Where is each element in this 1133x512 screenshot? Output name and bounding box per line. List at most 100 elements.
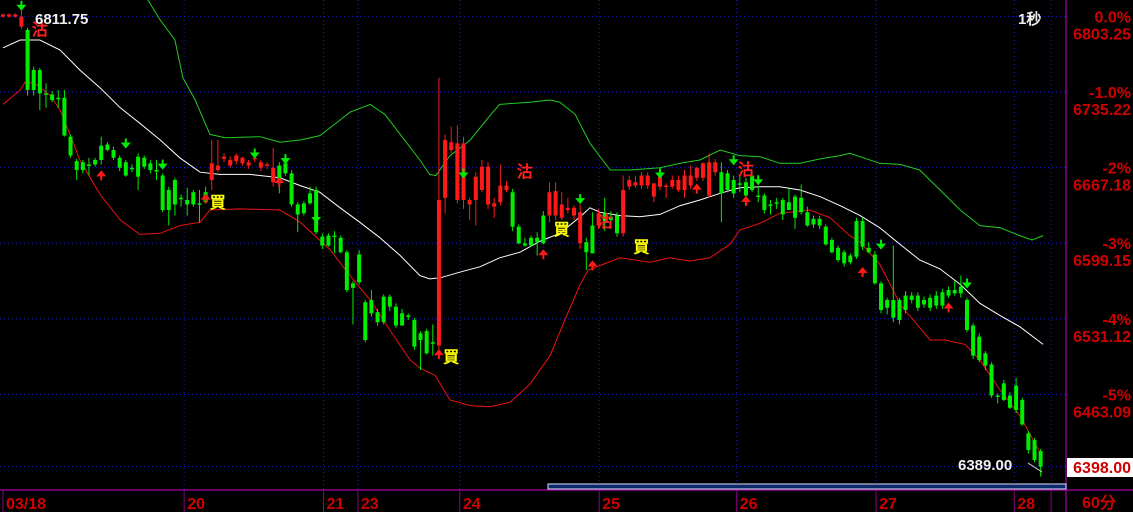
candle-body <box>879 283 884 310</box>
y-tick-price-label: 6735.22 <box>1073 102 1131 119</box>
sell-arrow-down-icon <box>575 194 586 205</box>
candle-body <box>430 342 435 344</box>
sell-arrow-down-icon <box>280 154 291 165</box>
candle-body <box>375 312 380 323</box>
candle <box>707 153 712 198</box>
candle-body <box>725 173 730 190</box>
candle-body <box>553 191 558 216</box>
candle <box>25 27 30 96</box>
candle-body <box>320 236 325 246</box>
x-tick-label: 03/18 <box>6 496 46 512</box>
candle <box>836 245 841 263</box>
candle-body <box>74 161 79 170</box>
candle-body <box>209 163 214 180</box>
candle <box>129 164 134 173</box>
candle-body <box>393 306 398 326</box>
candle <box>811 215 816 228</box>
y-tick-pct-label: -2% <box>1103 161 1131 178</box>
candle <box>590 212 595 254</box>
candle-body <box>854 221 859 257</box>
candle-body <box>43 93 48 95</box>
candle-body <box>179 197 184 200</box>
candle-body <box>357 254 362 283</box>
last-price-label: 6398.00 <box>1073 460 1131 477</box>
candle-body <box>117 157 122 168</box>
candle <box>786 188 791 210</box>
candle-body <box>350 283 355 288</box>
candle <box>37 67 42 110</box>
y-tick-price-label: 6463.09 <box>1073 404 1131 421</box>
candle <box>651 183 656 203</box>
candle <box>694 166 699 182</box>
candle-body <box>676 180 681 190</box>
candle <box>872 251 877 285</box>
candle-body <box>829 240 834 253</box>
candle-body <box>559 204 564 218</box>
candle <box>289 170 294 207</box>
candle <box>99 136 104 165</box>
candle <box>633 175 638 188</box>
candle-body <box>1038 451 1043 467</box>
candle <box>357 250 362 285</box>
interval-label[interactable]: 1秒 <box>1018 10 1041 28</box>
candlestick-chart[interactable]: 沽沽沽沽買買買買 0.0%6803.25-1.0%6735.22-2%6667.… <box>0 0 1133 512</box>
candle-body <box>762 195 767 210</box>
buy-arrow-up-icon <box>96 170 107 181</box>
x-tick-label: 21 <box>327 496 345 512</box>
candle-body <box>50 94 55 100</box>
candle <box>142 155 147 169</box>
candle-body <box>455 143 460 200</box>
candle <box>314 186 319 235</box>
horizontal-scrollbar[interactable] <box>547 483 1067 490</box>
candle-body <box>166 190 171 210</box>
sell-arrow-down-icon <box>876 239 887 250</box>
candle-body <box>897 300 902 320</box>
candle-body <box>1020 400 1025 425</box>
candle-body <box>148 163 153 170</box>
period-label[interactable]: 60分 <box>1082 494 1116 512</box>
buy-arrow-up-icon <box>740 195 751 206</box>
candle <box>964 297 969 333</box>
candle <box>191 190 196 207</box>
candle <box>553 182 558 220</box>
candle <box>43 83 48 108</box>
candle-body <box>412 320 417 347</box>
y-tick-pct-label: -4% <box>1103 312 1131 329</box>
candle <box>179 194 184 207</box>
candle <box>725 170 730 193</box>
candle <box>271 147 276 187</box>
candle-body <box>707 162 712 196</box>
y-tick-pct-label: -1.0% <box>1089 85 1131 102</box>
candle <box>363 300 368 343</box>
candle-body <box>93 160 98 165</box>
candle <box>860 217 865 250</box>
candle <box>670 175 675 189</box>
candle-body <box>688 175 693 186</box>
candle <box>387 294 392 312</box>
candle-body <box>1014 385 1019 410</box>
candles <box>1 6 1043 477</box>
candle <box>762 193 767 214</box>
candle-body <box>1007 395 1012 408</box>
candle <box>117 155 122 172</box>
candle-body <box>424 331 429 354</box>
candle-body <box>406 315 411 318</box>
signal-label: 買 <box>633 238 649 257</box>
candle <box>756 186 761 203</box>
candle-body <box>467 200 472 205</box>
x-tick-label: 28 <box>1017 496 1035 512</box>
candle-body <box>774 202 779 204</box>
candle <box>492 197 497 218</box>
candle <box>13 13 18 18</box>
buy-arrow-up-icon <box>538 249 549 260</box>
candle <box>885 297 890 315</box>
candle-body <box>185 200 190 205</box>
candle <box>823 224 828 246</box>
candle <box>731 175 736 198</box>
candle-body <box>651 183 656 197</box>
candle-body <box>344 252 349 290</box>
candle <box>799 184 804 215</box>
candle-body <box>903 295 908 310</box>
candle <box>700 162 705 182</box>
candle <box>983 351 988 370</box>
